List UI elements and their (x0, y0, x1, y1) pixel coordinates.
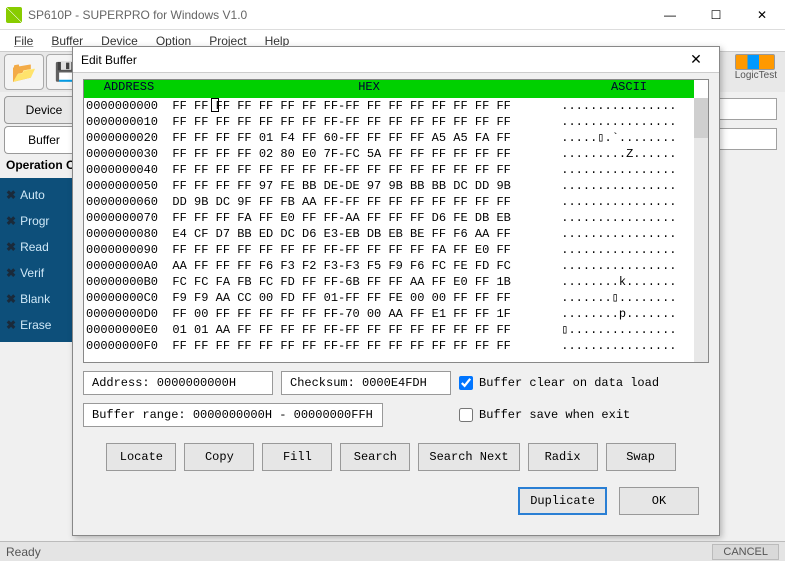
window-min-button[interactable]: — (647, 0, 693, 30)
checkbox-icon[interactable] (459, 408, 473, 422)
cancel-button[interactable]: CANCEL (712, 544, 779, 560)
combo-1[interactable] (717, 98, 777, 120)
header-ascii: ASCII (564, 80, 694, 98)
window-max-button[interactable]: ☐ (693, 0, 739, 30)
hex-view: ADDRESS HEX ASCII 0000000000 FF FF FF FF… (83, 79, 709, 363)
radix-button[interactable]: Radix (528, 443, 598, 471)
window-close-button[interactable]: ✕ (739, 0, 785, 30)
logictest-button[interactable]: LogicTest (735, 54, 777, 81)
buffer-save-checkbox[interactable]: Buffer save when exit (459, 403, 630, 427)
dialog-title: Edit Buffer (81, 53, 681, 67)
combo-2[interactable] (717, 128, 777, 150)
header-address: ADDRESS (84, 80, 174, 98)
menu-file[interactable]: File (6, 32, 41, 50)
address-field: Address: 0000000000H (83, 371, 273, 395)
toolbar-open-button[interactable]: 📂 (4, 54, 44, 90)
checksum-field: Checksum: 0000E4FDH (281, 371, 451, 395)
app-logo-icon (6, 7, 22, 23)
checkbox-icon[interactable] (459, 376, 473, 390)
duplicate-button[interactable]: Duplicate (518, 487, 607, 515)
copy-button[interactable]: Copy (184, 443, 254, 471)
hex-body[interactable]: 0000000000 FF FF FF FF FF FF FF FF-FF FF… (84, 98, 708, 362)
search-button[interactable]: Search (340, 443, 410, 471)
x-icon: ✖ (6, 240, 16, 254)
x-icon: ✖ (6, 214, 16, 228)
buffer-clear-checkbox[interactable]: Buffer clear on data load (459, 371, 659, 395)
x-icon: ✖ (6, 318, 16, 332)
fill-button[interactable]: Fill (262, 443, 332, 471)
x-icon: ✖ (6, 266, 16, 280)
locate-button[interactable]: Locate (106, 443, 176, 471)
operation-label: Operation O (6, 158, 75, 172)
scrollbar-thumb[interactable] (694, 98, 708, 138)
status-text: Ready (6, 545, 41, 559)
search-next-button[interactable]: Search Next (418, 443, 519, 471)
buffer-range-field: Buffer range: 0000000000H - 00000000FFH (83, 403, 383, 427)
scrollbar[interactable] (694, 98, 708, 362)
dialog-close-button[interactable]: ✕ (681, 51, 711, 68)
window-title: SP610P - SUPERPRO for Windows V1.0 (28, 8, 647, 22)
ok-button[interactable]: OK (619, 487, 699, 515)
logictest-label: LogicTest (735, 70, 777, 81)
header-hex: HEX (174, 80, 564, 98)
folder-icon: 📂 (12, 60, 37, 85)
edit-buffer-dialog: Edit Buffer ✕ ADDRESS HEX ASCII 00000000… (72, 46, 720, 536)
swap-button[interactable]: Swap (606, 443, 676, 471)
x-icon: ✖ (6, 292, 16, 306)
wave-icon (735, 54, 775, 70)
x-icon: ✖ (6, 188, 16, 202)
